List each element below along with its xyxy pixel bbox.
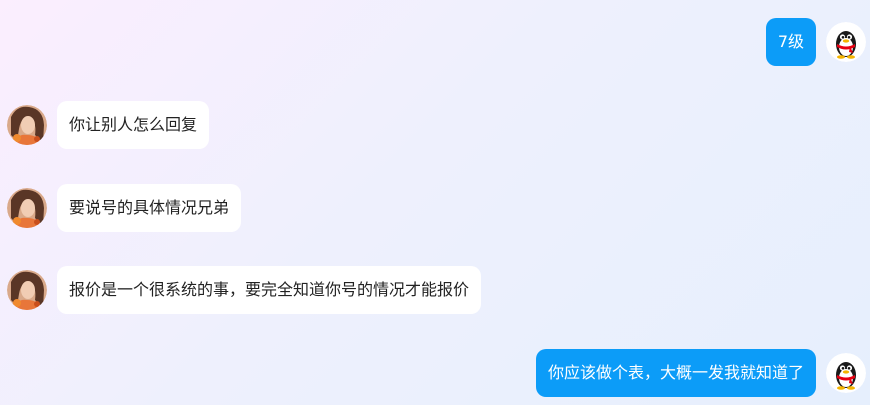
message-bubble-incoming[interactable]: 你让别人怎么回复 [57, 101, 210, 149]
message-bubble-incoming[interactable]: 要说号的具体情况兄弟 [57, 184, 242, 232]
user-photo-avatar-icon[interactable] [7, 105, 47, 145]
chat-message-list: 7级 你让别人怎么回复 要说号的具体情况兄弟 报价是一个很系统的事，要完全知道你… [0, 0, 870, 405]
qq-penguin-avatar-icon[interactable] [826, 353, 866, 393]
qq-penguin-avatar-icon[interactable] [826, 22, 866, 62]
message-bubble-outgoing[interactable]: 7级 [765, 18, 816, 66]
message-row-outgoing: 你应该做个表，大概一发我就知道了 [0, 349, 870, 397]
message-bubble-incoming[interactable]: 报价是一个很系统的事，要完全知道你号的情况才能报价 [57, 266, 482, 314]
user-photo-avatar-icon[interactable] [7, 188, 47, 228]
user-photo-avatar-icon[interactable] [7, 270, 47, 310]
message-bubble-outgoing[interactable]: 你应该做个表，大概一发我就知道了 [535, 349, 816, 397]
message-row-outgoing: 7级 [0, 18, 870, 66]
message-row-incoming: 报价是一个很系统的事，要完全知道你号的情况才能报价 [0, 266, 870, 314]
message-row-incoming: 要说号的具体情况兄弟 [0, 184, 870, 232]
message-row-incoming: 你让别人怎么回复 [0, 101, 870, 149]
